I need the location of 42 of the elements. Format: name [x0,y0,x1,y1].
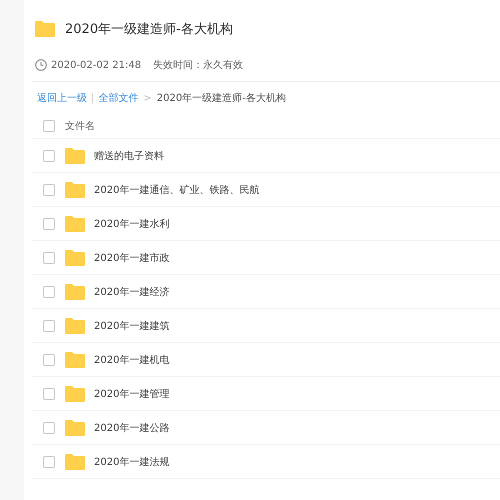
row-checkbox[interactable] [43,150,55,162]
row-checkbox[interactable] [43,252,55,264]
back-link[interactable]: 返回上一级 [37,91,87,105]
folder-name[interactable]: 2020年一建建筑 [94,318,170,332]
share-date: 2020-02-02 21:48 [51,60,142,70]
folder-icon [65,318,85,334]
folder-name[interactable]: 2020年一建法规 [94,454,170,468]
folder-icon [35,21,55,37]
folder-name[interactable]: 2020年一建经济 [94,284,170,298]
row-checkbox[interactable] [43,354,55,366]
row-checkbox[interactable] [43,320,55,332]
row-checkbox[interactable] [43,286,55,298]
folder-icon [65,148,85,164]
folder-icon [65,250,85,266]
expiry-text: 失效时间：永久有效 [153,58,244,72]
row-checkbox[interactable] [43,184,55,196]
folder-icon [65,352,85,368]
folder-name[interactable]: 2020年一建水利 [94,216,170,230]
folder-icon [65,182,85,198]
folder-name[interactable]: 2020年一建机电 [94,352,170,366]
all-files-link[interactable]: 全部文件 [98,91,138,105]
breadcrumb-separator: | [91,92,94,104]
folder-icon [65,216,85,232]
folder-name[interactable]: 2020年一建公路 [94,420,170,434]
folder-icon [65,454,85,470]
folder-name[interactable]: 2020年一建管理 [94,386,170,400]
row-checkbox[interactable] [43,218,55,230]
select-all-checkbox[interactable] [43,120,55,132]
folder-icon [65,420,85,436]
folder-icon [65,284,85,300]
folder-icon [65,386,85,402]
folder-name[interactable]: 2020年一建通信、矿业、铁路、民航 [94,182,260,196]
folder-name[interactable]: 赠送的电子资料 [94,148,164,162]
column-header: 文件名 [65,120,95,132]
folder-name[interactable]: 2020年一建市政 [94,250,170,264]
folder-title: 2020年一级建造师-各大机构 [65,21,233,38]
row-checkbox[interactable] [43,422,55,434]
row-checkbox[interactable] [43,456,55,468]
clock-icon [35,59,47,71]
row-checkbox[interactable] [43,388,55,400]
breadcrumb-arrow: > [143,92,152,104]
current-folder: 2020年一级建造师-各大机构 [156,92,286,105]
